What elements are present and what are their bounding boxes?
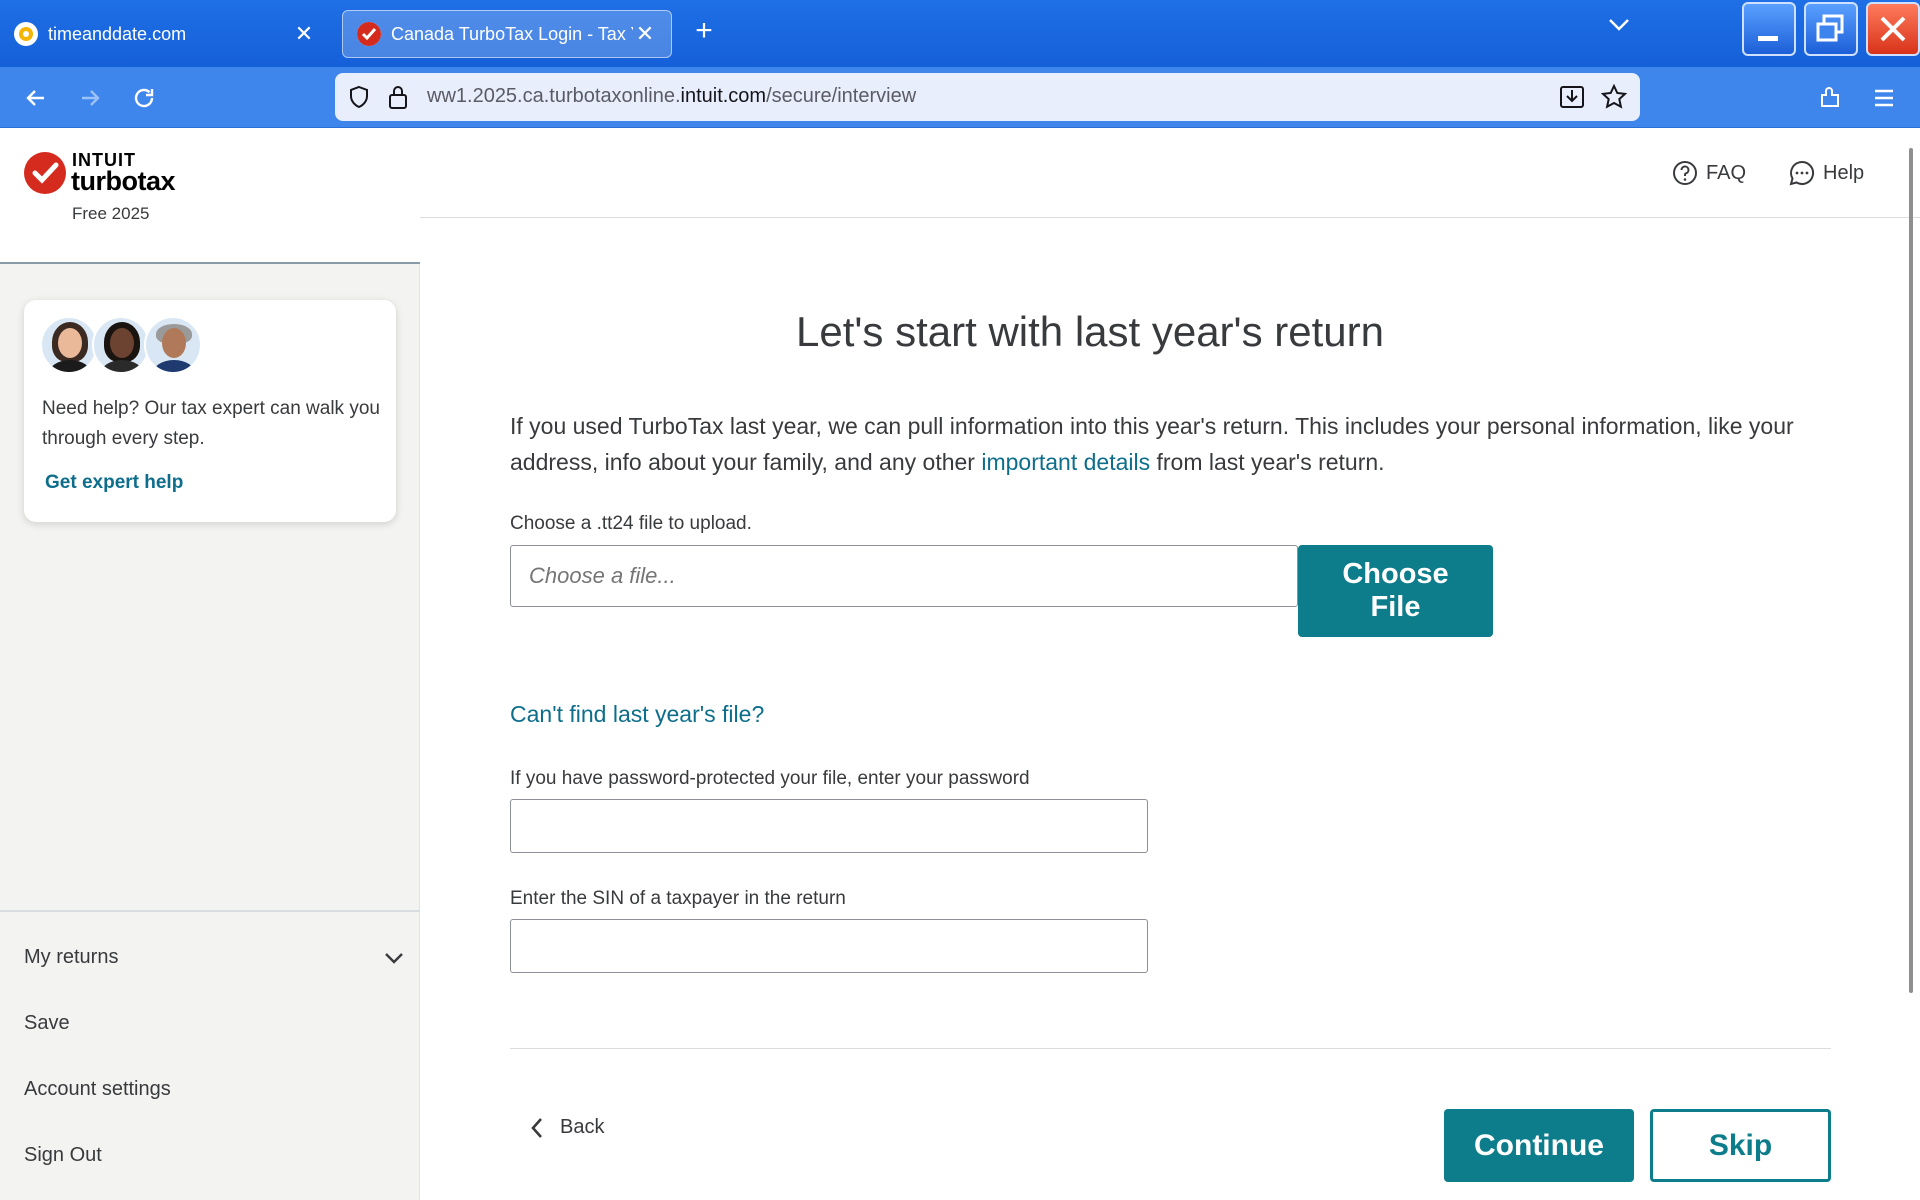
choose-file-label: Choose File xyxy=(1342,558,1449,623)
turbotax-checkmark-icon[interactable] xyxy=(24,152,66,194)
main-content: FAQ Help Let's start with last year's re… xyxy=(420,128,1920,1200)
sidebar-item-my-returns[interactable]: My returns xyxy=(24,946,404,969)
sidebar-item-save[interactable]: Save xyxy=(24,1012,70,1035)
url-path: /secure/interview xyxy=(766,85,917,107)
turbotax-favicon-icon xyxy=(357,22,381,46)
browser-tab-bar: timeanddate.com ✕ Canada TurboTax Login … xyxy=(0,0,1920,67)
help-button[interactable]: Help xyxy=(1789,160,1864,186)
forward-arrow-icon[interactable] xyxy=(74,82,106,114)
menu-hamburger-icon[interactable] xyxy=(1868,82,1900,114)
logo-area: INTUIT turbotax Free 2025 xyxy=(0,128,420,264)
sin-label: Enter the SIN of a taxpayer in the retur… xyxy=(510,888,846,909)
avatar xyxy=(144,316,202,374)
chevron-left-icon xyxy=(531,1117,542,1138)
lock-icon[interactable] xyxy=(387,84,409,115)
sidebar-item-account-settings[interactable]: Account settings xyxy=(24,1078,171,1101)
sin-field[interactable] xyxy=(510,919,1148,973)
tab-title: Canada TurboTax Login - Tax Ye xyxy=(391,23,633,44)
page-title: Let's start with last year's return xyxy=(796,308,1384,355)
new-tab-icon[interactable]: + xyxy=(690,14,718,48)
choose-file-button[interactable]: Choose File xyxy=(1298,545,1493,637)
product-edition: Free 2025 xyxy=(72,204,150,223)
close-window-icon[interactable] xyxy=(1866,2,1920,56)
question-circle-icon xyxy=(1673,161,1697,185)
file-path-field[interactable] xyxy=(510,545,1298,607)
save-page-icon[interactable] xyxy=(1559,84,1585,115)
shield-icon[interactable] xyxy=(347,85,371,114)
divider xyxy=(510,1048,1831,1049)
extensions-icon[interactable] xyxy=(1814,82,1846,114)
back-arrow-icon[interactable] xyxy=(20,82,52,114)
sidebar-item-label: My returns xyxy=(24,946,119,968)
sidebar: INTUIT turbotax Free 2025 Need help? Our… xyxy=(0,128,420,1200)
password-label: If you have password-protected your file… xyxy=(510,768,1030,789)
tab-title: timeanddate.com xyxy=(48,23,187,44)
help-label: Help xyxy=(1823,161,1865,184)
chevron-down-icon xyxy=(384,948,404,971)
avatar xyxy=(92,316,150,374)
sidebar-nav: My returns Save Account settings Sign Ou… xyxy=(0,910,420,1166)
chat-bubble-icon xyxy=(1789,160,1814,186)
url-text[interactable]: ww1.2025.ca.turbotaxonline.intuit.com/se… xyxy=(427,85,916,108)
expert-avatars xyxy=(40,316,202,376)
browser-nav-bar: ww1.2025.ca.turbotaxonline.intuit.com/se… xyxy=(0,67,1920,128)
scrollbar[interactable] xyxy=(1909,148,1913,993)
continue-button[interactable]: Continue xyxy=(1444,1109,1634,1182)
back-button[interactable]: Back xyxy=(530,1116,604,1139)
skip-button[interactable]: Skip xyxy=(1650,1109,1831,1182)
top-bar: FAQ Help xyxy=(420,128,1920,218)
faq-label: FAQ xyxy=(1706,161,1747,184)
back-label: Back xyxy=(560,1116,605,1138)
expert-help-card: Need help? Our tax expert can walk you t… xyxy=(24,300,396,522)
file-upload-label: Choose a .tt24 file to upload. xyxy=(510,513,752,534)
minimize-window-icon[interactable] xyxy=(1742,2,1796,56)
restore-window-icon[interactable] xyxy=(1804,2,1858,56)
important-details-link[interactable]: important details xyxy=(981,449,1150,475)
cant-find-file-link[interactable]: Can't find last year's file? xyxy=(510,701,764,728)
bookmark-star-icon[interactable] xyxy=(1600,83,1628,115)
address-bar[interactable]: ww1.2025.ca.turbotaxonline.intuit.com/se… xyxy=(335,73,1640,121)
timeanddate-favicon-icon xyxy=(14,22,38,46)
turbotax-logo-text[interactable]: turbotax xyxy=(71,166,176,197)
url-prefix: ww1.2025.ca.turbotaxonline. xyxy=(427,85,681,107)
faq-button[interactable]: FAQ xyxy=(1672,160,1746,186)
get-expert-help-link[interactable]: Get expert help xyxy=(45,472,183,494)
intro-paragraph: If you used TurboTax last year, we can p… xyxy=(510,408,1840,480)
close-tab-icon[interactable]: ✕ xyxy=(633,21,657,47)
close-tab-icon[interactable]: ✕ xyxy=(292,21,316,47)
tab-timeanddate[interactable]: timeanddate.com ✕ xyxy=(0,10,330,58)
password-field[interactable] xyxy=(510,799,1148,853)
intro-text-end: from last year's return. xyxy=(1150,449,1385,475)
sidebar-item-sign-out[interactable]: Sign Out xyxy=(24,1144,102,1167)
list-tabs-chevron-icon[interactable] xyxy=(1608,18,1630,37)
tab-turbotax[interactable]: Canada TurboTax Login - Tax Ye ✕ xyxy=(342,10,672,58)
url-host: intuit.com xyxy=(680,85,767,107)
reload-icon[interactable] xyxy=(128,82,160,114)
avatar xyxy=(40,316,98,374)
expert-help-text: Need help? Our tax expert can walk you t… xyxy=(42,398,380,449)
